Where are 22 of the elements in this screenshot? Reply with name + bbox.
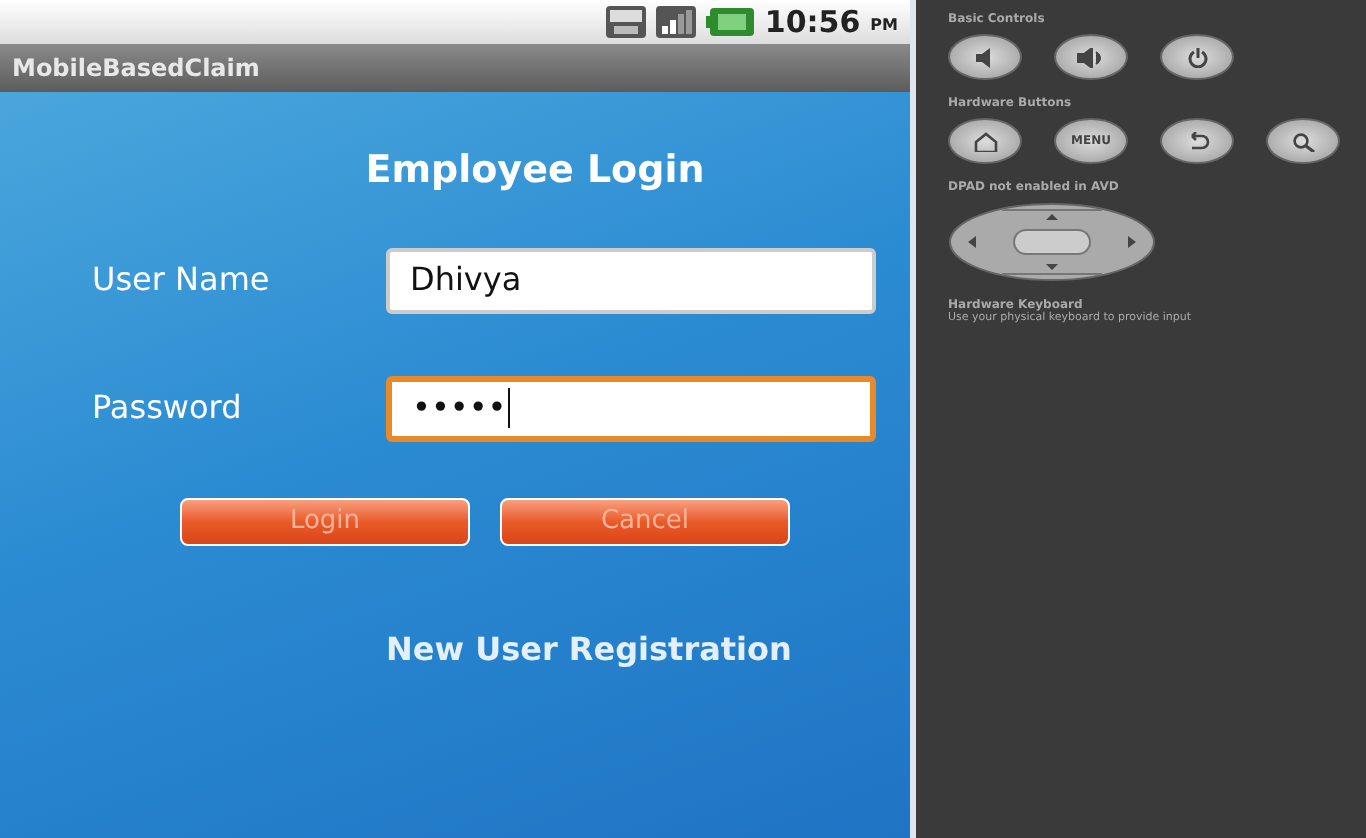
app-title: MobileBasedClaim bbox=[12, 52, 260, 86]
search-button[interactable] bbox=[1266, 118, 1340, 164]
home-button[interactable] bbox=[948, 118, 1022, 164]
clock-time: 10:56 bbox=[764, 1, 861, 44]
login-heading: Employee Login bbox=[363, 146, 707, 196]
signal-icon bbox=[656, 6, 697, 38]
power-button[interactable] bbox=[1160, 34, 1234, 80]
volume-down-button[interactable] bbox=[948, 34, 1022, 80]
field-label: User Name bbox=[92, 258, 272, 302]
battery-icon bbox=[706, 8, 755, 36]
registration-link[interactable]: New User Registration bbox=[0, 629, 792, 667]
clock-period: PM bbox=[870, 14, 898, 38]
search-icon bbox=[1291, 131, 1315, 151]
volume-up-button[interactable] bbox=[1054, 34, 1128, 80]
home-icon bbox=[973, 131, 997, 151]
username-field[interactable]: Dhivya bbox=[386, 247, 876, 313]
field-label: Password bbox=[92, 386, 244, 430]
back-button[interactable] bbox=[1160, 118, 1234, 164]
password-field[interactable]: ••••• bbox=[386, 375, 876, 441]
power-icon bbox=[1187, 47, 1207, 67]
speaker-icon bbox=[1075, 47, 1107, 67]
back-icon bbox=[1185, 131, 1209, 151]
